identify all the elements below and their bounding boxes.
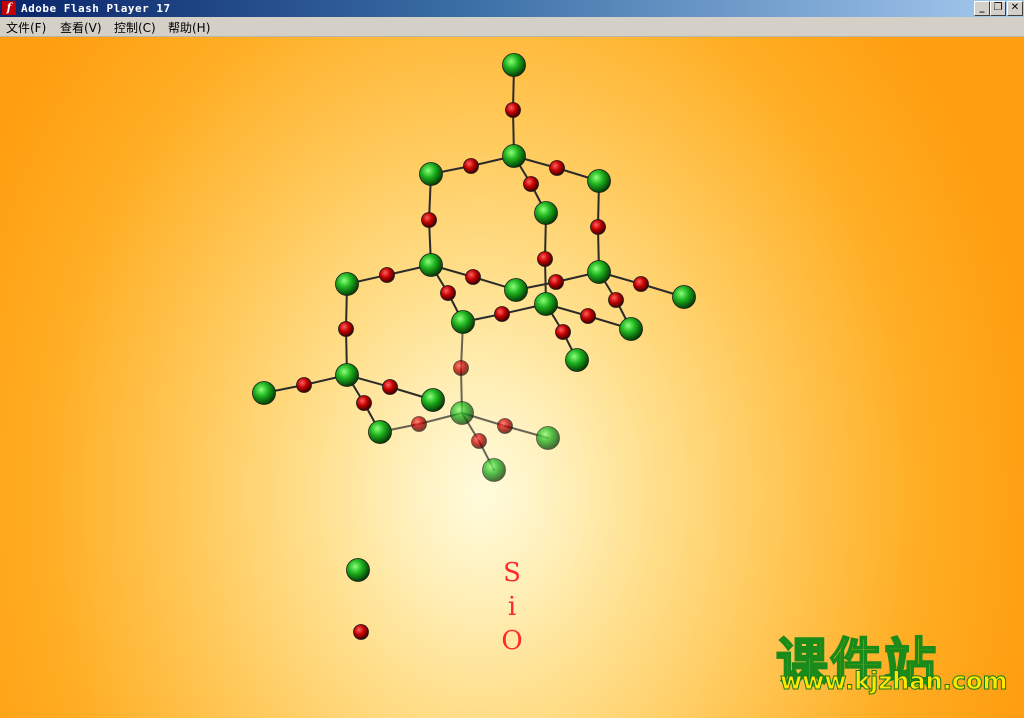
oxygen-atom (471, 433, 487, 449)
silicon-atom (534, 292, 558, 316)
oxygen-atom (382, 379, 398, 395)
silicon-atom (335, 363, 359, 387)
legend-silicon-atom (346, 558, 370, 582)
oxygen-atom (555, 324, 571, 340)
oxygen-atom (505, 102, 521, 118)
silicon-atom (482, 458, 506, 482)
menu-bar: 文件(F) 查看(V) 控制(C) 帮助(H) (0, 17, 1024, 37)
oxygen-atom (548, 274, 564, 290)
oxygen-atom (523, 176, 539, 192)
oxygen-atom (590, 219, 606, 235)
oxygen-atom (296, 377, 312, 393)
silicon-atom (587, 169, 611, 193)
flash-stage[interactable]: S i O 课件站 www.kjzhan.com (0, 37, 1024, 718)
menu-control[interactable]: 控制(C) (114, 19, 156, 36)
oxygen-atom (421, 212, 437, 228)
silicon-atom (419, 253, 443, 277)
restore-button[interactable]: ❐ (990, 1, 1006, 16)
title-bar[interactable]: f Adobe Flash Player 17 _ ❐ ✕ (0, 0, 1024, 17)
oxygen-atom (580, 308, 596, 324)
oxygen-atom (379, 267, 395, 283)
silicon-atom (368, 420, 392, 444)
formula-label: S i O (501, 556, 523, 658)
silicon-atom (587, 260, 611, 284)
watermark-url: www.kjzhan.com (779, 667, 1008, 696)
oxygen-atom (633, 276, 649, 292)
oxygen-atom (494, 306, 510, 322)
silicon-atom (672, 285, 696, 309)
oxygen-atom (497, 418, 513, 434)
silicon-atom (450, 401, 474, 425)
oxygen-atom (411, 416, 427, 432)
close-button[interactable]: ✕ (1007, 1, 1023, 16)
silicon-atom (534, 201, 558, 225)
atoms-group (252, 53, 696, 640)
silicon-atom (451, 310, 475, 334)
formula-char-i: i (507, 592, 517, 622)
oxygen-atom (440, 285, 456, 301)
oxygen-atom (465, 269, 481, 285)
silicon-atom (421, 388, 445, 412)
oxygen-atom (356, 395, 372, 411)
oxygen-atom (463, 158, 479, 174)
menu-view[interactable]: 查看(V) (60, 19, 102, 36)
silicon-atom (502, 53, 526, 77)
oxygen-atom (608, 292, 624, 308)
formula-char-s: S (503, 558, 521, 588)
oxygen-atom (453, 360, 469, 376)
silicon-atom (252, 381, 276, 405)
oxygen-atom (549, 160, 565, 176)
silicon-atom (619, 317, 643, 341)
legend-oxygen-atom (353, 624, 369, 640)
flash-app-icon: f (2, 1, 16, 15)
oxygen-atom (537, 251, 553, 267)
silicon-atom (565, 348, 589, 372)
silicon-atom (419, 162, 443, 186)
menu-file[interactable]: 文件(F) (6, 19, 46, 36)
silicon-atom (502, 144, 526, 168)
formula-char-o: O (501, 626, 523, 656)
menu-help[interactable]: 帮助(H) (168, 19, 210, 36)
bond-lines (263, 64, 685, 471)
silicon-atom (536, 426, 560, 450)
minimize-button[interactable]: _ (974, 1, 990, 16)
silicon-atom (335, 272, 359, 296)
window-title: Adobe Flash Player 17 (21, 2, 171, 15)
oxygen-atom (338, 321, 354, 337)
silicon-atom (504, 278, 528, 302)
